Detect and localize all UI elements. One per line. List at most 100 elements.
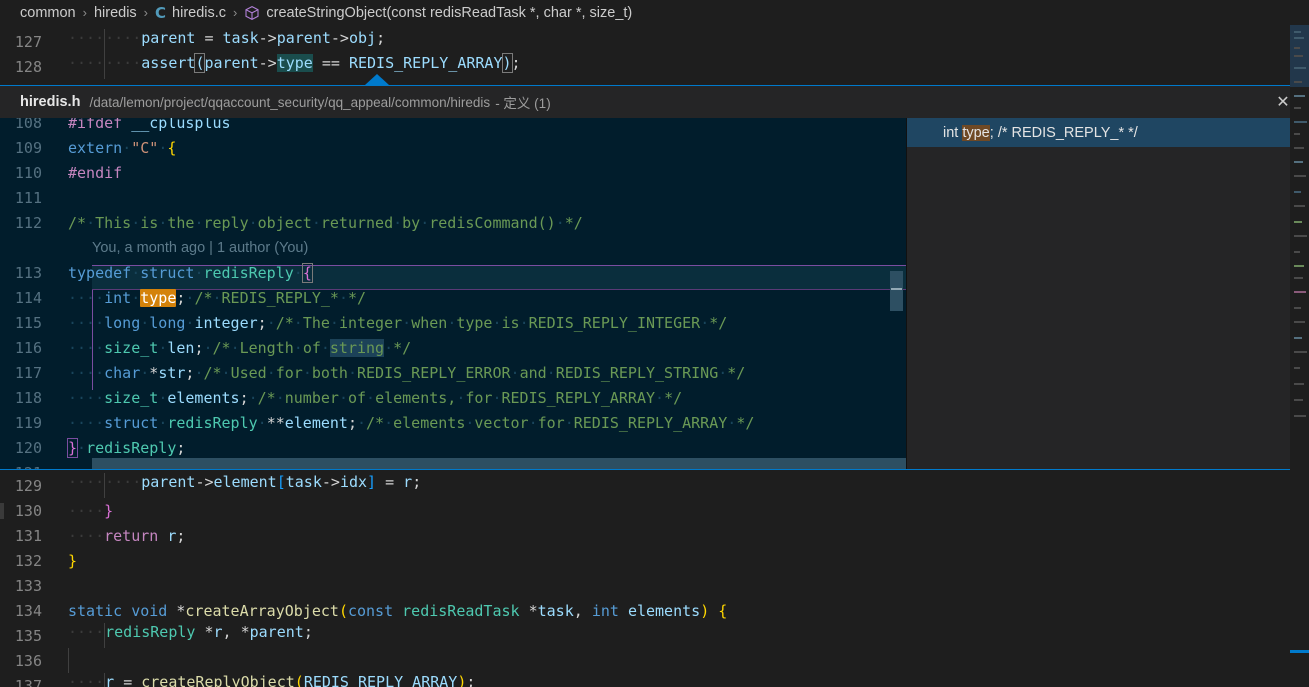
line-number: 110 <box>14 163 42 182</box>
line-number: 119 <box>14 413 42 432</box>
line-content: ····size_t·elements;·/*·number·of·elemen… <box>68 388 683 407</box>
line-number: 108 <box>14 118 42 132</box>
line-number: 133 <box>14 576 42 595</box>
line-number: 130 <box>14 501 42 520</box>
peek-line-116[interactable]: 116 ····size_t·len;·/*·Length·of·string·… <box>0 335 906 360</box>
overview-ruler-mark <box>1290 650 1309 653</box>
peek-line-117[interactable]: 117 ····char·*str;·/*·Used·for·both·REDI… <box>0 360 906 385</box>
line-number: 109 <box>14 138 42 157</box>
peek-horizontal-scrollbar-thumb[interactable] <box>92 458 906 469</box>
git-blame-annotation: You, a month ago | 1 author (You) <box>92 239 309 256</box>
line-number: 134 <box>14 601 42 620</box>
breadcrumb-item-common[interactable]: common <box>20 5 76 21</box>
line-number: 137 <box>14 676 42 687</box>
vscode-editor-window: common › hiredis › C hiredis.c › createS… <box>0 0 1309 687</box>
breadcrumb-separator: › <box>82 5 87 20</box>
line-number: 132 <box>14 551 42 570</box>
line-content: ········parent = task->parent->obj; <box>68 29 1309 54</box>
line-number: 135 <box>14 626 42 645</box>
line-number: 129 <box>14 476 42 495</box>
line-number: 113 <box>14 263 42 282</box>
line-number: 117 <box>14 363 42 382</box>
line-content: ········parent->element[task->idx] = r; <box>68 473 1309 498</box>
line-content: ····redisReply *r, *parent; <box>68 623 1309 648</box>
line-content: ····size_t·len;·/*·Length·of·string·*/ <box>68 338 412 357</box>
line-content <box>68 648 1309 673</box>
peek-header: hiredis.h /data/lemon/project/qqaccount_… <box>0 86 1309 118</box>
peek-line-112[interactable]: 112 /*·This·is·the·reply·object·returned… <box>0 210 906 235</box>
line-content: ····r = createReplyObject(REDIS_REPLY_AR… <box>68 673 1309 687</box>
peek-line-119[interactable]: 119 ····struct·redisReply·**element;·/*·… <box>0 410 906 435</box>
code-line-129[interactable]: 129 ········parent->element[task->idx] =… <box>0 473 1309 498</box>
line-content: ····int·type;·/*·REDIS_REPLY_*·*/ <box>68 288 367 307</box>
line-number: 131 <box>14 526 42 545</box>
code-line-136[interactable]: 136 <box>0 648 1309 673</box>
line-content: extern·"C"·{ <box>68 138 177 157</box>
code-line-135[interactable]: 135 ····redisReply *r, *parent; <box>0 623 1309 648</box>
peek-line-109[interactable]: 109 extern·"C"·{ <box>0 135 906 160</box>
line-number: 112 <box>14 213 42 232</box>
line-number: 111 <box>14 188 42 207</box>
line-content: static void *createArrayObject(const red… <box>68 601 728 620</box>
peek-line-110[interactable]: 110 #endif <box>0 160 906 185</box>
line-content: /*·This·is·the·reply·object·returned·by·… <box>68 213 583 232</box>
breadcrumb-separator: › <box>143 5 149 20</box>
code-line-130[interactable]: 130 ····} <box>0 498 1309 523</box>
line-content: ····char·*str;·/*·Used·for·both·REDIS_RE… <box>68 363 746 382</box>
peek-line-111[interactable]: 111 <box>0 185 906 210</box>
line-content: ····return r; <box>68 526 186 545</box>
line-content: } <box>68 551 78 570</box>
code-line-132[interactable]: 132 } <box>0 548 1309 573</box>
line-number: 118 <box>14 388 42 407</box>
code-line-127[interactable]: 127 ········parent = task->parent->obj; <box>0 29 1309 54</box>
peek-vertical-scrollbar[interactable] <box>890 118 903 469</box>
peek-file-name: hiredis.h <box>20 94 81 110</box>
peek-line-108[interactable]: 108 #ifdef __cplusplus <box>0 118 906 135</box>
line-number: 136 <box>14 651 42 670</box>
code-line-133[interactable]: 133 <box>0 573 1309 598</box>
breadcrumb: common › hiredis › C hiredis.c › createS… <box>0 0 1309 25</box>
code-line-137[interactable]: 137 ····r = createReplyObject(REDIS_REPL… <box>0 673 1309 687</box>
line-content: typedef·struct·redisReply·{ <box>68 262 313 283</box>
peek-pointer-arrow <box>365 74 389 85</box>
code-line-128[interactable]: 128 ········assert(parent->type == REDIS… <box>0 53 1309 79</box>
peek-line-118[interactable]: 118 ····size_t·elements;·/*·number·of·el… <box>0 385 906 410</box>
peek-result-count: - 定义 (1) <box>495 96 551 111</box>
line-number: 120 <box>14 438 42 457</box>
line-number: 127 <box>14 32 42 51</box>
line-content: ····long·long·integer;·/*·The·integer·wh… <box>68 313 728 332</box>
code-line-134[interactable]: 134 static void *createArrayObject(const… <box>0 598 1309 623</box>
peek-definition-widget: hiredis.h /data/lemon/project/qqaccount_… <box>0 85 1309 470</box>
peek-results-list[interactable]: int type; /* REDIS_REPLY_* */ <box>906 118 1309 469</box>
line-content: #ifdef __cplusplus <box>68 118 231 132</box>
breadcrumb-separator: › <box>233 5 238 20</box>
line-content: ····struct·redisReply·**element;·/*·elem… <box>68 413 755 432</box>
line-content: }·redisReply; <box>66 437 186 458</box>
line-number: 128 <box>14 57 42 76</box>
breadcrumb-item-symbol[interactable]: createStringObject(const redisReadTask *… <box>266 5 632 21</box>
line-number: 115 <box>14 313 42 332</box>
peek-line-114[interactable]: 114 ····int·type;·/*·REDIS_REPLY_*·*/ <box>0 285 906 310</box>
breadcrumb-item-hiredis-c[interactable]: hiredis.c <box>172 5 226 21</box>
peek-line-115[interactable]: 115 ····long·long·integer;·/*·The·intege… <box>0 310 906 335</box>
line-content: #endif <box>68 163 123 182</box>
peek-file-path: /data/lemon/project/qqaccount_security/q… <box>89 94 491 110</box>
result-match-highlight: type <box>962 124 990 141</box>
breadcrumb-item-hiredis[interactable]: hiredis <box>94 5 137 21</box>
result-text-suffix: ; /* REDIS_REPLY_* */ <box>989 124 1138 141</box>
c-file-icon: C <box>155 3 167 22</box>
peek-body: 108 #ifdef __cplusplus 109 extern·"C"·{ … <box>0 118 1309 469</box>
method-cube-icon <box>244 5 260 21</box>
minimap[interactable] <box>1290 25 1309 687</box>
line-content: ····} <box>68 501 114 520</box>
peek-result-item[interactable]: int type; /* REDIS_REPLY_* */ <box>907 118 1309 147</box>
result-text-prefix: int <box>943 124 963 141</box>
peek-preview-editor[interactable]: 108 #ifdef __cplusplus 109 extern·"C"·{ … <box>0 118 906 469</box>
peek-line-113[interactable]: 113 typedef·struct·redisReply·{ <box>0 260 906 285</box>
peek-vertical-scrollbar-thumb[interactable] <box>890 271 903 311</box>
code-line-131[interactable]: 131 ····return r; <box>0 523 1309 548</box>
line-number: 121 <box>0 464 68 470</box>
line-content: ········assert(parent->type == REDIS_REP… <box>68 53 1309 79</box>
line-number: 116 <box>14 338 42 357</box>
peek-line-120[interactable]: 120 }·redisReply; <box>0 435 906 460</box>
